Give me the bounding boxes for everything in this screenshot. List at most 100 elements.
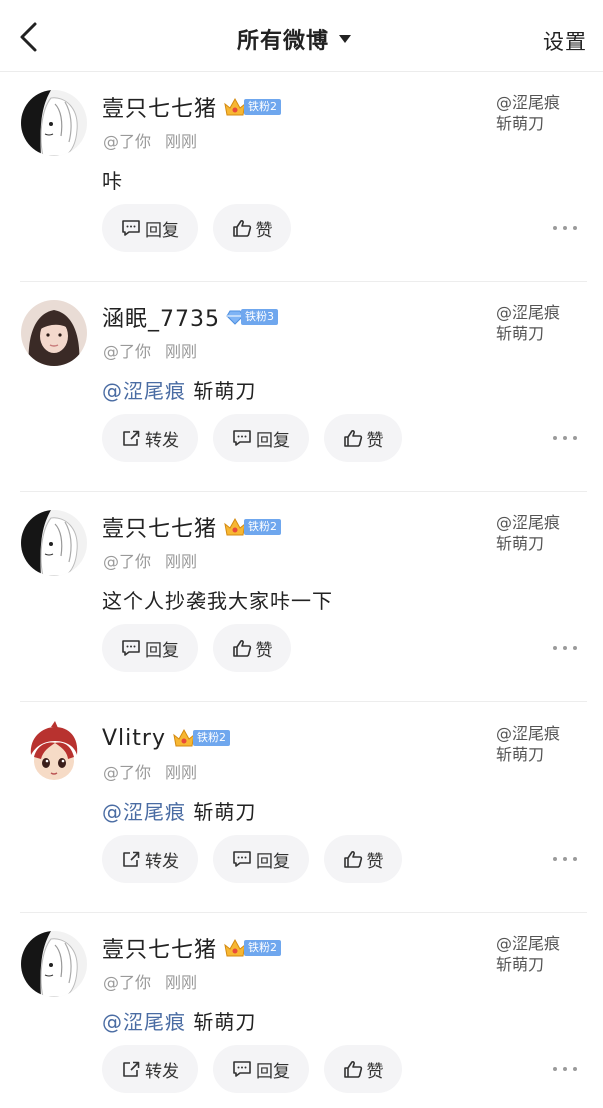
more-dots-icon[interactable] [553, 222, 577, 234]
comment-text: @涩尾痕 斩萌刀 [102, 800, 257, 824]
comment-actions: 转发 回复 赞 [102, 835, 402, 883]
comment-actions: 转发 回复 赞 [102, 414, 402, 462]
username[interactable]: Vlitry [102, 726, 166, 751]
comment-icon [233, 851, 251, 867]
reply-button[interactable]: 回复 [213, 835, 309, 883]
divider [20, 701, 587, 702]
mentioned-target[interactable]: @涩尾痕 斩萌刀 [496, 933, 596, 975]
fan-badge: 铁粉2 [223, 937, 282, 959]
reply-button[interactable]: 回复 [102, 624, 198, 672]
thumbs-up-icon [343, 430, 362, 447]
avatar[interactable] [21, 931, 87, 997]
like-button[interactable]: 赞 [324, 414, 402, 462]
repost-button[interactable]: 转发 [102, 835, 198, 883]
more-dots-icon[interactable] [553, 432, 577, 444]
comment-item: 壹只七七猪 铁粉2 @了你 刚刚 @涩尾痕 斩萌刀 这个人抄袭我大家咔一下 回复 [0, 492, 603, 702]
like-button[interactable]: 赞 [213, 204, 291, 252]
fan-level-label: 铁粉2 [244, 519, 282, 535]
fan-level-label: 铁粉2 [244, 940, 282, 956]
username[interactable]: 涵眠_7735 [102, 301, 220, 333]
mention-notice: @了你 [103, 132, 152, 151]
comment-text: @涩尾痕 斩萌刀 [102, 379, 257, 403]
page-title: 所有微博 [237, 29, 330, 54]
fan-badge: 铁粉2 [223, 96, 282, 118]
comment-icon [122, 220, 140, 236]
mention-notice: @了你 [103, 973, 152, 992]
comment-item: 壹只七七猪 铁粉2 @了你 刚刚 @涩尾痕 斩萌刀 @涩尾痕 斩萌刀 转发 回复… [0, 913, 603, 1108]
repost-button[interactable]: 转发 [102, 414, 198, 462]
comment-text: @涩尾痕 斩萌刀 [102, 1010, 257, 1034]
username-row: Vlitry 铁粉2 [102, 721, 230, 755]
avatar[interactable] [21, 510, 87, 576]
comment-item: 涵眠_7735 铁粉3 @了你 刚刚 @涩尾痕 斩萌刀 @涩尾痕 斩萌刀 转发 … [0, 282, 603, 492]
comment-text: 咔 [102, 169, 123, 193]
comment-meta: @了你 刚刚 [103, 338, 197, 362]
share-icon [123, 430, 140, 446]
username-row: 涵眠_7735 铁粉3 [102, 300, 278, 334]
thumbs-up-icon [232, 220, 251, 237]
avatar[interactable] [21, 721, 87, 787]
fan-level-label: 铁粉3 [241, 309, 278, 325]
share-icon [123, 851, 140, 867]
comment-text: 这个人抄袭我大家咔一下 [102, 589, 333, 613]
like-button[interactable]: 赞 [324, 835, 402, 883]
mentioned-target[interactable]: @涩尾痕 斩萌刀 [496, 92, 596, 134]
caret-down-icon [339, 35, 352, 43]
reply-button[interactable]: 回复 [213, 414, 309, 462]
comment-actions: 回复 赞 [102, 204, 291, 252]
username[interactable]: 壹只七七猪 [102, 511, 217, 543]
timestamp: 刚刚 [165, 973, 198, 992]
fan-badge: 铁粉2 [223, 516, 282, 538]
more-dots-icon[interactable] [553, 1063, 577, 1075]
username[interactable]: 壹只七七猪 [102, 91, 217, 123]
mentioned-target[interactable]: @涩尾痕 斩萌刀 [496, 302, 596, 344]
repost-button[interactable]: 转发 [102, 1045, 198, 1093]
timestamp: 刚刚 [165, 342, 198, 361]
comment-icon [233, 1061, 251, 1077]
fan-level-label: 铁粉2 [192, 730, 230, 746]
comment-icon [233, 430, 251, 446]
comment-item: Vlitry 铁粉2 @了你 刚刚 @涩尾痕 斩萌刀 @涩尾痕 斩萌刀 转发 回… [0, 703, 603, 913]
comment-meta: @了你 刚刚 [103, 548, 197, 572]
comments-page: 所有微博 设置 壹只七七猪 铁粉2 @了你 刚刚 @涩尾痕 斩萌刀 咔 回复 赞… [0, 0, 603, 1108]
like-button[interactable]: 赞 [213, 624, 291, 672]
comment-actions: 转发 回复 赞 [102, 1045, 402, 1093]
mention-link[interactable]: @涩尾痕 [102, 800, 186, 824]
username-row: 壹只七七猪 铁粉2 [102, 90, 282, 124]
reply-button[interactable]: 回复 [213, 1045, 309, 1093]
thumbs-up-icon [232, 640, 251, 657]
settings-button[interactable]: 设置 [543, 26, 587, 56]
thumbs-up-icon [343, 851, 362, 868]
like-button[interactable]: 赞 [324, 1045, 402, 1093]
fan-badge: 铁粉3 [226, 308, 278, 326]
avatar[interactable] [21, 90, 87, 156]
username[interactable]: 壹只七七猪 [102, 932, 217, 964]
fan-badge: 铁粉2 [172, 727, 230, 749]
back-button[interactable] [16, 20, 46, 54]
username-row: 壹只七七猪 铁粉2 [102, 931, 282, 965]
feed-filter-dropdown[interactable]: 所有微博 [237, 22, 352, 56]
more-dots-icon[interactable] [553, 642, 577, 654]
comment-meta: @了你 刚刚 [103, 759, 197, 783]
more-dots-icon[interactable] [553, 853, 577, 865]
mention-notice: @了你 [103, 552, 152, 571]
avatar[interactable] [21, 300, 87, 366]
thumbs-up-icon [343, 1061, 362, 1078]
comment-actions: 回复 赞 [102, 624, 291, 672]
timestamp: 刚刚 [165, 552, 198, 571]
share-icon [123, 1061, 140, 1077]
mentioned-target[interactable]: @涩尾痕 斩萌刀 [496, 512, 596, 554]
top-bar: 所有微博 设置 [0, 0, 603, 72]
mention-notice: @了你 [103, 763, 152, 782]
mentioned-target[interactable]: @涩尾痕 斩萌刀 [496, 723, 596, 765]
comment-icon [122, 640, 140, 656]
comment-item: 壹只七七猪 铁粉2 @了你 刚刚 @涩尾痕 斩萌刀 咔 回复 赞 [0, 72, 603, 282]
mention-link[interactable]: @涩尾痕 [102, 1010, 186, 1034]
timestamp: 刚刚 [165, 763, 198, 782]
comment-meta: @了你 刚刚 [103, 128, 197, 152]
mention-link[interactable]: @涩尾痕 [102, 379, 186, 403]
username-row: 壹只七七猪 铁粉2 [102, 510, 282, 544]
reply-button[interactable]: 回复 [102, 204, 198, 252]
comment-meta: @了你 刚刚 [103, 969, 197, 993]
chevron-left-icon [20, 22, 37, 52]
